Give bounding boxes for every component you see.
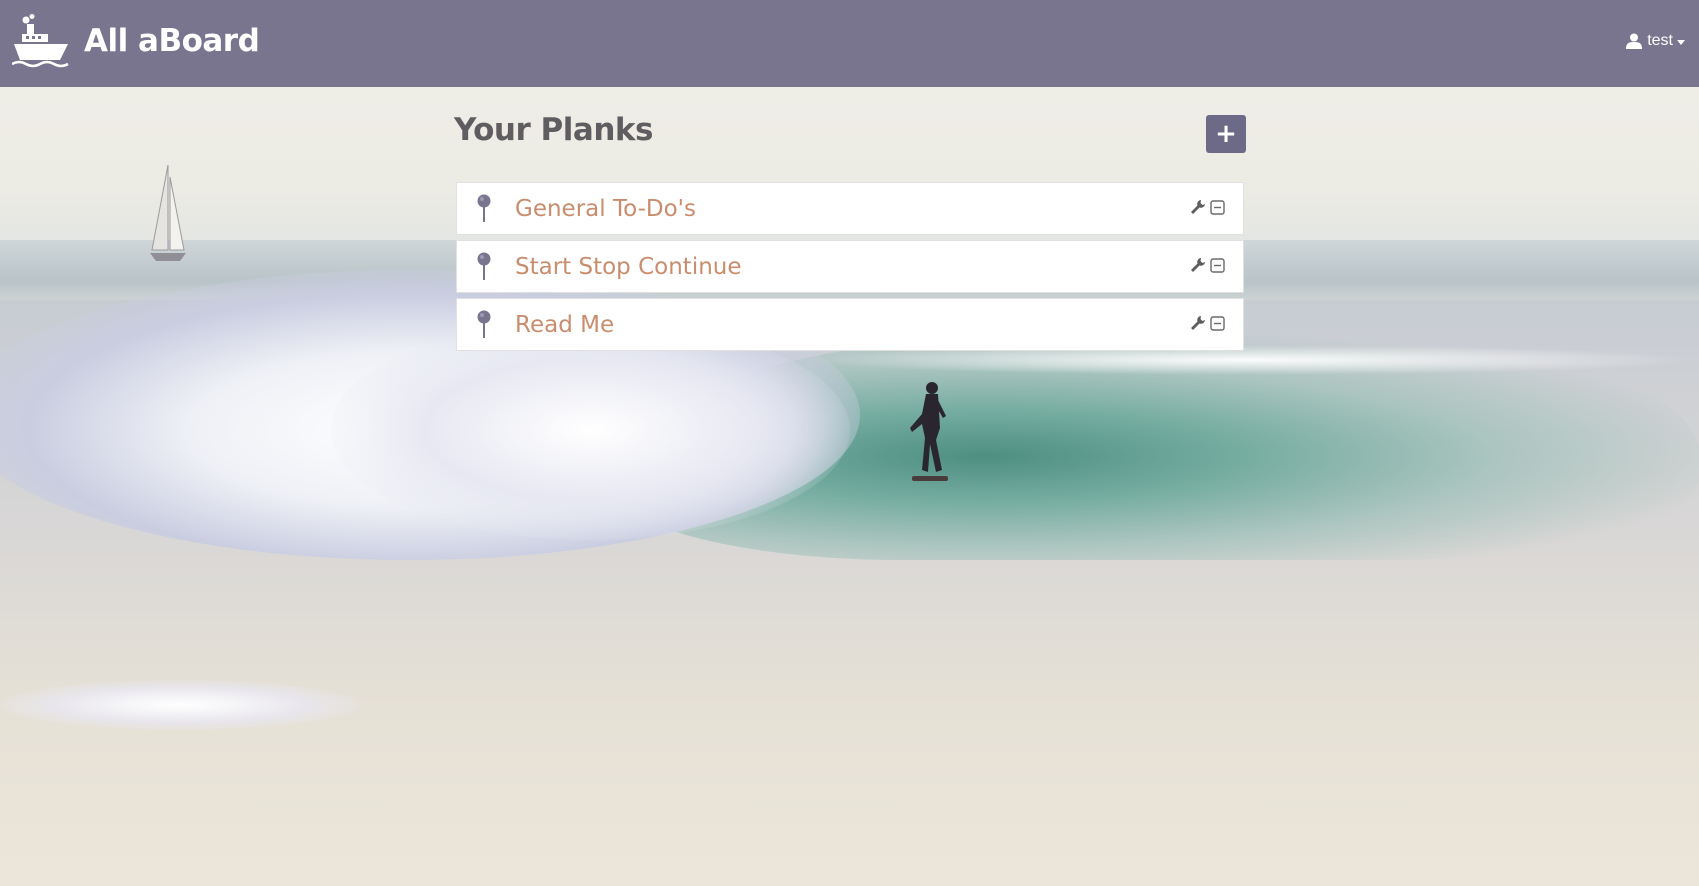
shore-foam <box>0 680 360 730</box>
plank-item: Start Stop Continue <box>456 240 1244 293</box>
plank-actions <box>1190 315 1225 331</box>
minus-square-icon[interactable] <box>1210 199 1225 215</box>
surfer-image <box>910 382 948 481</box>
chevron-down-icon <box>1677 39 1685 45</box>
ship-icon <box>12 14 69 68</box>
pin-icon[interactable] <box>475 252 493 280</box>
plank-title-link[interactable]: Read Me <box>515 312 614 338</box>
user-menu-dropdown[interactable]: test <box>1626 32 1685 50</box>
user-icon <box>1626 33 1643 49</box>
main-content: Your Planks + General To-Do's Start Stop… <box>454 112 1246 351</box>
pin-icon[interactable] <box>475 194 493 222</box>
minus-square-icon[interactable] <box>1210 257 1225 273</box>
plank-title-link[interactable]: General To-Do's <box>515 196 696 222</box>
navbar: All aBoard test <box>0 0 1699 87</box>
sailboat-image <box>150 165 186 261</box>
minus-square-icon[interactable] <box>1210 315 1225 331</box>
wrench-icon[interactable] <box>1190 315 1206 331</box>
add-plank-button[interactable]: + <box>1206 115 1246 153</box>
plank-title-link[interactable]: Start Stop Continue <box>515 254 742 280</box>
plank-actions <box>1190 199 1225 215</box>
wrench-icon[interactable] <box>1190 199 1206 215</box>
brand-name: All aBoard <box>84 22 260 59</box>
username: test <box>1647 32 1673 49</box>
pin-icon[interactable] <box>475 310 493 338</box>
plank-actions <box>1190 257 1225 273</box>
wrench-icon[interactable] <box>1190 257 1206 273</box>
plank-list: General To-Do's Start Stop Continue Read… <box>456 182 1244 356</box>
plank-item: General To-Do's <box>456 182 1244 235</box>
brand-link[interactable]: All aBoard <box>12 14 260 68</box>
plank-item: Read Me <box>456 298 1244 351</box>
title-row: Your Planks + <box>454 112 1246 172</box>
page-title: Your Planks <box>454 112 653 148</box>
